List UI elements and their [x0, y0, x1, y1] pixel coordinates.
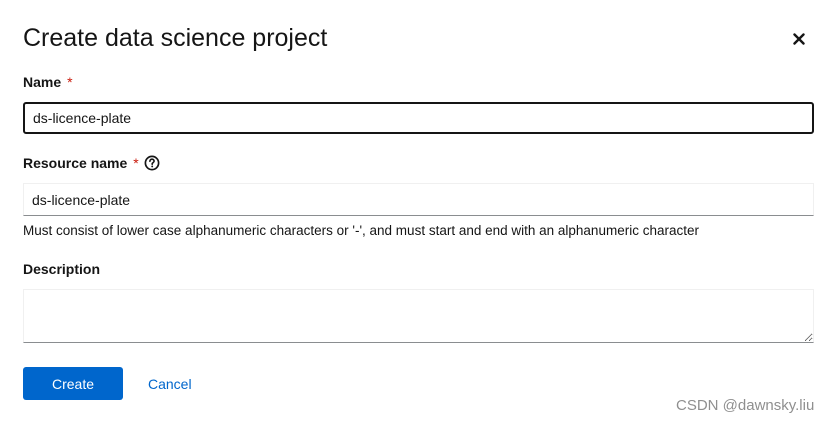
create-button[interactable]: Create	[23, 367, 123, 400]
cancel-button[interactable]: Cancel	[134, 367, 206, 400]
create-project-modal: Create data science project Name * Resou…	[0, 0, 838, 424]
resource-name-input[interactable]	[23, 183, 814, 216]
resource-name-helper-text: Must consist of lower case alphanumeric …	[23, 223, 699, 238]
close-icon	[793, 33, 805, 45]
resource-name-label: Resource name *	[23, 154, 160, 172]
required-marker: *	[133, 155, 139, 171]
close-button[interactable]	[788, 28, 810, 50]
question-circle-icon[interactable]	[144, 155, 160, 171]
required-marker: *	[67, 74, 73, 90]
description-textarea[interactable]	[23, 289, 814, 343]
description-label: Description	[23, 260, 100, 278]
modal-title: Create data science project	[23, 24, 328, 52]
watermark: CSDN @dawnsky.liu	[676, 397, 815, 414]
name-input[interactable]	[23, 102, 814, 134]
resource-name-label-text: Resource name	[23, 155, 128, 171]
name-label-text: Name	[23, 74, 62, 90]
description-label-text: Description	[23, 261, 101, 277]
name-label: Name *	[23, 73, 73, 91]
